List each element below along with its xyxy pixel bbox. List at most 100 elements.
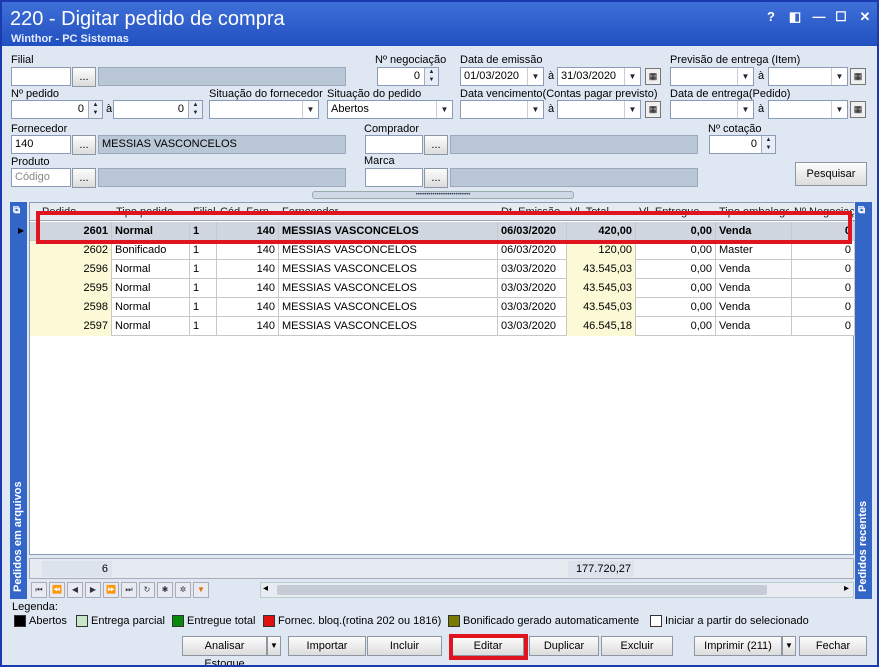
minimize-icon[interactable]: —: [812, 10, 826, 24]
chevron-down-icon[interactable]: ▼: [436, 101, 452, 118]
grid-footer: 6 177.720,27: [29, 558, 854, 579]
incluir-button[interactable]: Incluir: [367, 636, 442, 656]
chevron-down-icon[interactable]: ▼: [782, 636, 796, 656]
restore-icon[interactable]: ⧉: [13, 205, 20, 216]
sit-pedido-select[interactable]: Abertos: [327, 100, 453, 119]
cell-tipo: Normal: [112, 279, 190, 298]
prev-record-icon[interactable]: ◀: [67, 582, 83, 598]
chevron-down-icon[interactable]: ▼: [624, 68, 640, 85]
legend-title: Legenda:: [12, 601, 58, 613]
row-indicator-icon: ▶: [18, 226, 25, 235]
refresh-icon[interactable]: ↻: [139, 582, 155, 598]
analisar-estoque-button[interactable]: Analisar Estoque: [182, 636, 267, 665]
cotacao-spinner[interactable]: ▲ ▼: [761, 136, 775, 153]
marca-input[interactable]: [365, 168, 423, 187]
scroll-left-icon[interactable]: ◂: [263, 583, 268, 594]
comprador-input[interactable]: [365, 135, 423, 154]
scrollbar-thumb[interactable]: [277, 585, 767, 595]
cell-neg: 0: [792, 260, 855, 279]
sit-fornecedor-label: Situação do fornecedor: [209, 88, 323, 100]
comprador-name-field: [450, 135, 698, 154]
chevron-down-icon[interactable]: ▼: [527, 101, 543, 118]
table-row[interactable]: 2595 Normal 1 140 MESSIAS VASCONCELOS 03/03/2…: [30, 279, 855, 298]
scroll-right-icon[interactable]: ▸: [844, 583, 849, 594]
chevron-down-icon[interactable]: ▼: [831, 68, 847, 85]
cell-embalagem: Venda: [716, 298, 792, 317]
chevron-down-icon[interactable]: ▼: [737, 101, 753, 118]
duplicar-button[interactable]: Duplicar: [529, 636, 599, 656]
prev-page-icon[interactable]: ⏪: [49, 582, 65, 598]
cell-neg: 0: [792, 279, 855, 298]
legend-swatch[interactable]: [650, 615, 662, 627]
cell-fornecedor: MESSIAS VASCONCELOS: [279, 260, 498, 279]
a-label: à: [106, 103, 113, 115]
chevron-down-icon[interactable]: ▼: [737, 68, 753, 85]
chevron-down-icon[interactable]: ▼: [267, 636, 281, 656]
last-record-icon[interactable]: ⏭: [121, 582, 137, 598]
cell-pedido: 2598: [30, 298, 112, 317]
star-icon[interactable]: ✲: [175, 582, 191, 598]
table-row[interactable]: 2596 Normal 1 140 MESSIAS VASCONCELOS 03/03/2…: [30, 260, 855, 279]
produto-input[interactable]: Código: [11, 168, 71, 187]
pedido-from-spinner[interactable]: ▲ ▼: [88, 101, 102, 118]
legend-swatch: [172, 615, 184, 627]
calendar-icon[interactable]: ▦: [645, 68, 661, 85]
recent-orders-panel[interactable]: ⧉ Pedidos recentes: [855, 202, 872, 599]
maximize-icon[interactable]: ☐: [834, 10, 848, 24]
help-icon[interactable]: ?: [764, 10, 778, 24]
fornecedor-lookup-button[interactable]: ...: [72, 135, 96, 155]
fechar-button[interactable]: Fechar: [799, 636, 867, 656]
cell-filial: 1: [190, 260, 217, 279]
next-page-icon[interactable]: ⏩: [103, 582, 119, 598]
cell-pedido: 2596: [30, 260, 112, 279]
cell-total: 46.545,18: [567, 317, 636, 336]
window-subtitle: Winthor - PC Sistemas: [11, 33, 129, 45]
restore-icon[interactable]: ⧉: [858, 205, 865, 216]
legend-item-label: Abertos: [29, 615, 67, 627]
pedido-to-spinner[interactable]: ▲ ▼: [188, 101, 202, 118]
chevron-down-icon[interactable]: ▼: [831, 101, 847, 118]
produto-label: Produto: [11, 156, 50, 168]
asterisk-icon[interactable]: ✱: [157, 582, 173, 598]
archived-orders-panel[interactable]: ⧉ Pedidos em arquivos: [10, 202, 27, 599]
excluir-button[interactable]: Excluir: [601, 636, 673, 656]
footer-count: 6: [42, 561, 112, 577]
calendar-icon[interactable]: ▦: [850, 101, 866, 118]
legend-item-label: Fornec. bloq.(rotina 202 ou 1816): [278, 615, 442, 627]
calendar-icon[interactable]: ▦: [850, 68, 866, 85]
cell-filial: 1: [190, 279, 217, 298]
marca-lookup-button[interactable]: ...: [424, 168, 448, 188]
filial-input[interactable]: [11, 67, 71, 86]
fornecedor-code-input[interactable]: 140: [11, 135, 71, 154]
horizontal-scrollbar[interactable]: ◂ ▸: [260, 582, 854, 598]
filter-icon[interactable]: ▼: [193, 582, 209, 598]
produto-name-field: [98, 168, 346, 187]
chevron-down-icon[interactable]: ▼: [527, 68, 543, 85]
legend-item-label: Iniciar a partir do selecionado: [665, 615, 809, 627]
next-record-icon[interactable]: ▶: [85, 582, 101, 598]
a-label: à: [758, 103, 765, 115]
search-button[interactable]: Pesquisar: [795, 162, 867, 186]
comprador-lookup-button[interactable]: ...: [424, 135, 448, 155]
cell-entregue: 0,00: [636, 260, 716, 279]
negociacao-spinner[interactable]: ▲ ▼: [424, 68, 438, 85]
a-label: à: [548, 103, 555, 115]
cell-fornecedor: MESSIAS VASCONCELOS: [279, 317, 498, 336]
first-record-icon[interactable]: ⏮: [31, 582, 47, 598]
close-icon[interactable]: ✕: [858, 10, 872, 24]
orders-grid[interactable]: Pedido Tipo pedido Filial Cód. Forn. For…: [18, 202, 855, 555]
cell-total: 43.545,03: [567, 260, 636, 279]
dock-icon[interactable]: ◧: [788, 10, 802, 24]
produto-lookup-button[interactable]: ...: [72, 168, 96, 188]
cell-emissao: 03/03/2020: [498, 298, 567, 317]
filial-lookup-button[interactable]: ...: [72, 67, 96, 87]
chevron-down-icon[interactable]: ▼: [624, 101, 640, 118]
imprimir-button[interactable]: Imprimir (211): [694, 636, 782, 656]
table-row[interactable]: 2597 Normal 1 140 MESSIAS VASCONCELOS 03/03/2…: [30, 317, 855, 336]
calendar-icon[interactable]: ▦: [645, 101, 661, 118]
table-row[interactable]: 2598 Normal 1 140 MESSIAS VASCONCELOS 03/03/2…: [30, 298, 855, 317]
importar-button[interactable]: Importar: [288, 636, 366, 656]
negociacao-label: Nº negociação: [375, 54, 447, 66]
filter-collapse-handle[interactable]: ••••••••••••••••••••••••••: [312, 191, 574, 199]
chevron-down-icon[interactable]: ▼: [302, 101, 318, 118]
